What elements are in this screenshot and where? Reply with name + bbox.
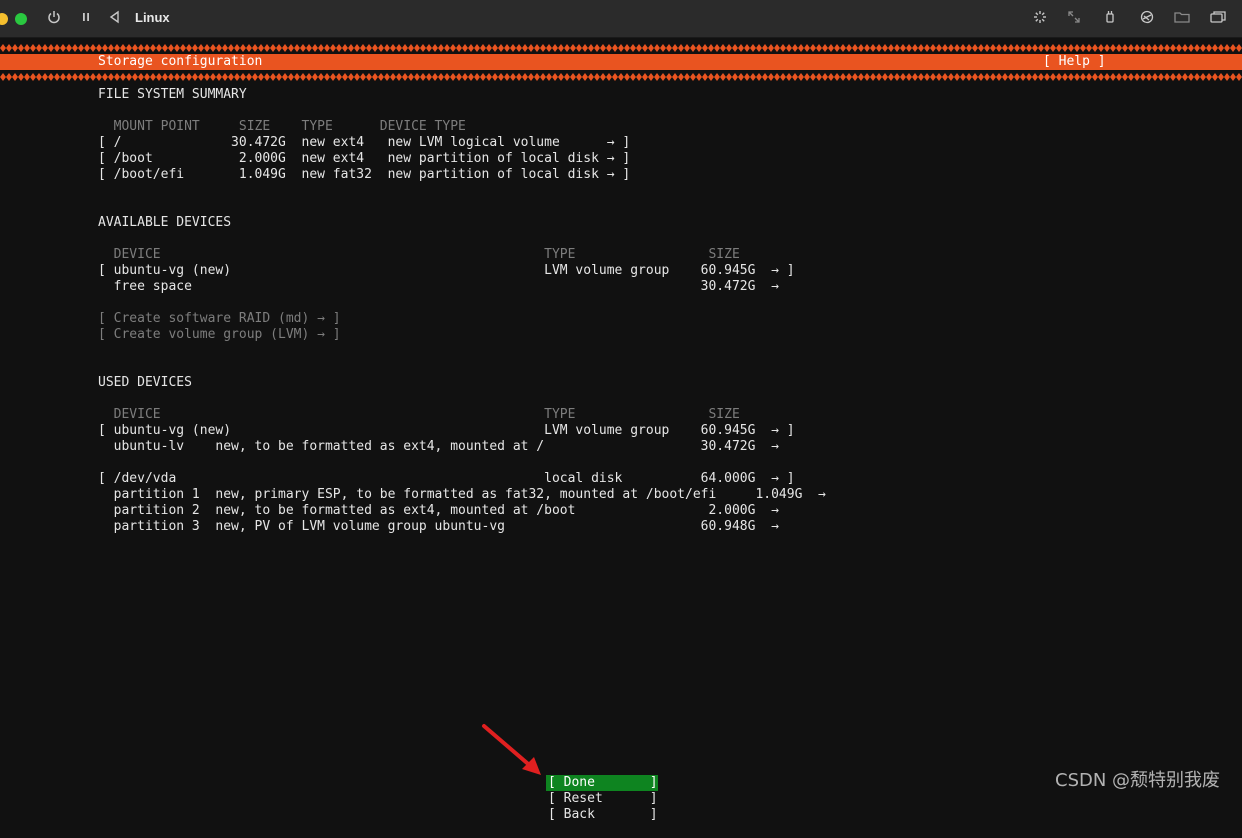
- header-bar: Storage configuration [ Help ]: [0, 54, 1242, 70]
- spinner-icon[interactable]: [1030, 9, 1050, 29]
- used-row-partition-1[interactable]: partition 1 new, primary ESP, to be form…: [98, 487, 826, 503]
- help-button[interactable]: [ Help ]: [1043, 54, 1106, 70]
- used-row-ubuntu-vg[interactable]: [ ubuntu-vg (new) LVM volume group 60.94…: [98, 423, 795, 439]
- back-icon[interactable]: [105, 9, 125, 29]
- folder-icon[interactable]: [1172, 9, 1192, 29]
- fs-row-boot-efi[interactable]: [ /boot/efi 1.049G new fat32 new partiti…: [98, 167, 630, 183]
- fs-summary-columns: MOUNT POINT SIZE TYPE DEVICE TYPE: [98, 119, 466, 134]
- used-row-dev-vda[interactable]: [ /dev/vda local disk 64.000G → ]: [98, 471, 795, 487]
- minimize-window-button[interactable]: [0, 13, 8, 25]
- available-columns: DEVICE TYPE SIZE: [98, 247, 740, 262]
- zoom-window-button[interactable]: [15, 13, 27, 25]
- window-titlebar: Linux: [0, 0, 1242, 38]
- resize-icon[interactable]: [1064, 9, 1084, 29]
- fs-row-boot[interactable]: [ /boot 2.000G new ext4 new partition of…: [98, 151, 630, 167]
- window-title: Linux: [135, 10, 170, 25]
- available-devices-heading: AVAILABLE DEVICES: [98, 215, 232, 230]
- used-devices-heading: USED DEVICES: [98, 375, 192, 390]
- network-icon[interactable]: [1137, 9, 1157, 29]
- used-columns: DEVICE TYPE SIZE: [98, 407, 740, 422]
- done-button[interactable]: [ Done ]: [546, 775, 658, 791]
- reset-button[interactable]: [ Reset ]: [548, 791, 658, 807]
- available-row-ubuntu-vg[interactable]: [ ubuntu-vg (new) LVM volume group 60.94…: [98, 263, 795, 279]
- used-row-partition-2[interactable]: partition 2 new, to be formatted as ext4…: [98, 503, 779, 519]
- used-row-ubuntu-lv[interactable]: ubuntu-lv new, to be formatted as ext4, …: [98, 439, 779, 455]
- header-bottom-border: [0, 73, 1242, 81]
- page-title: Storage configuration: [98, 54, 263, 69]
- power-icon[interactable]: [44, 9, 64, 29]
- available-row-free-space[interactable]: free space 30.472G →: [98, 279, 779, 295]
- annotation-arrow: [482, 724, 541, 775]
- back-button[interactable]: [ Back ]: [548, 807, 658, 823]
- installer-terminal: Storage configuration [ Help ] FILE SYST…: [0, 39, 1242, 838]
- header-top-border: [0, 44, 1242, 52]
- fs-row-root[interactable]: [ / 30.472G new ext4 new LVM logical vol…: [98, 135, 630, 151]
- done-button-label: [ Done ]: [548, 775, 658, 790]
- used-row-partition-3[interactable]: partition 3 new, PV of LVM volume group …: [98, 519, 779, 535]
- create-raid-button[interactable]: [ Create software RAID (md) → ]: [98, 311, 341, 327]
- usb-icon[interactable]: [1100, 9, 1120, 29]
- pause-icon[interactable]: [76, 9, 96, 29]
- create-lvm-button[interactable]: [ Create volume group (LVM) → ]: [98, 327, 341, 343]
- watermark: CSDN @颓特别我废: [1055, 770, 1221, 791]
- window-icon[interactable]: [1208, 9, 1228, 29]
- fs-summary-heading: FILE SYSTEM SUMMARY: [98, 87, 247, 102]
